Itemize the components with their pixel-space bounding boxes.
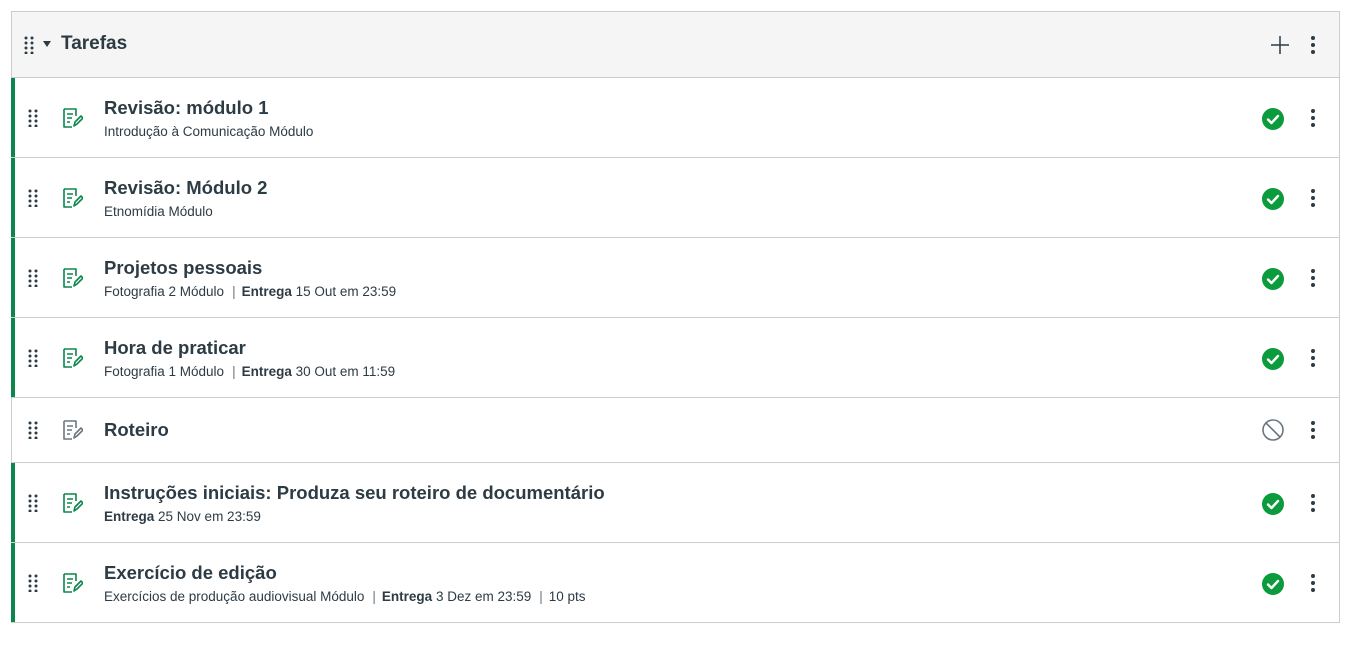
kebab-icon[interactable] (1310, 269, 1316, 287)
published-check-icon[interactable] (1261, 267, 1285, 291)
published-check-icon[interactable] (1261, 187, 1285, 211)
separator: | (372, 589, 376, 604)
kebab-icon[interactable] (1310, 36, 1316, 54)
assignment-icon (61, 267, 84, 289)
drag-handle-icon[interactable] (28, 494, 38, 512)
assignment-icon (61, 187, 84, 209)
published-check-icon[interactable] (1261, 492, 1285, 516)
assignment-title[interactable]: Projetos pessoais (104, 257, 262, 279)
assignment-group-title: Tarefas (61, 33, 128, 54)
assignment-meta: Fotografia 1 Módulo | Entrega 30 Out em 11… (104, 364, 395, 379)
due-label: Entrega (241, 364, 292, 379)
drag-handle-icon[interactable] (28, 109, 38, 127)
assignment-module: Fotografia 1 Módulo (104, 364, 225, 379)
due-date: 15 Out em 23:59 (295, 284, 397, 299)
assignment-meta: Fotografia 2 Módulo | Entrega 15 Out em 23… (104, 284, 396, 299)
assignment-title[interactable]: Revisão: módulo 1 (104, 97, 268, 119)
due-label: Entrega (381, 589, 433, 604)
points: 10 pts (548, 589, 586, 604)
kebab-icon[interactable] (1310, 494, 1316, 512)
assignment-icon (61, 492, 84, 514)
assignment-meta: Introdução à Comunicação Módulo (104, 124, 313, 139)
kebab-icon[interactable] (1310, 421, 1316, 439)
published-check-icon[interactable] (1261, 572, 1285, 596)
assignment-row[interactable]: Exercício de edição Exercícios de produçã… (11, 543, 1339, 622)
kebab-icon[interactable] (1310, 109, 1316, 127)
due-label: Entrega (241, 284, 292, 299)
published-check-icon[interactable] (1261, 347, 1285, 371)
assignment-group: Tarefas Revisão: módulo 1 Introdução à Co… (11, 11, 1340, 623)
due-date: 30 Out em 11:59 (295, 364, 396, 379)
plus-icon[interactable] (1269, 34, 1291, 56)
assignment-icon (61, 572, 84, 594)
assignment-module: Introdução à Comunicação Módulo (104, 124, 314, 139)
assignment-module: Exercícios de produção audiovisual Módul… (104, 589, 365, 604)
kebab-icon[interactable] (1310, 574, 1316, 592)
drag-handle-icon[interactable] (24, 36, 34, 54)
assignment-row[interactable]: Roteiro (12, 398, 1339, 463)
assignment-meta: Exercícios de produção audiovisual Módul… (104, 589, 586, 604)
assignment-title[interactable]: Roteiro (104, 419, 169, 441)
assignment-icon (61, 347, 84, 369)
separator: | (539, 589, 543, 604)
separator: | (232, 284, 236, 299)
drag-handle-icon[interactable] (28, 421, 38, 439)
assignment-row[interactable]: Hora de praticar Fotografia 1 Módulo | Entr… (11, 318, 1339, 398)
kebab-icon[interactable] (1310, 349, 1316, 367)
assignment-title[interactable]: Exercício de edição (104, 562, 277, 584)
assignment-title[interactable]: Revisão: Módulo 2 (104, 177, 267, 199)
drag-handle-icon[interactable] (28, 349, 38, 367)
assignment-module: Etnomídia Módulo (104, 204, 213, 219)
assignment-title[interactable]: Hora de praticar (104, 337, 246, 359)
assignment-row[interactable]: Projetos pessoais Fotografia 2 Módulo | Ent… (11, 238, 1339, 318)
unpublished-icon[interactable] (1261, 418, 1285, 442)
separator: | (232, 364, 236, 379)
drag-handle-icon[interactable] (28, 269, 38, 287)
assignment-title[interactable]: Instruções iniciais: Produza seu roteiro… (104, 482, 605, 504)
published-check-icon[interactable] (1261, 107, 1285, 131)
assignment-icon (61, 419, 84, 441)
due-label: Entrega (104, 509, 155, 524)
assignment-row[interactable]: Revisão: módulo 1 Introdução à Comunicaçã… (11, 78, 1339, 158)
drag-handle-icon[interactable] (28, 189, 38, 207)
kebab-icon[interactable] (1310, 189, 1316, 207)
due-date: 25 Nov em 23:59 (158, 509, 261, 524)
assignment-icon (61, 107, 84, 129)
assignment-row[interactable]: Instruções iniciais: Produza seu roteiro… (11, 463, 1339, 543)
drag-handle-icon[interactable] (28, 574, 38, 592)
assignment-module: Fotografia 2 Módulo (104, 284, 225, 299)
due-date: 3 Dez em 23:59 (435, 589, 532, 604)
assignment-meta: Entrega 25 Nov em 23:59 (104, 509, 261, 524)
assignment-row[interactable]: Revisão: Módulo 2 Etnomídia Módulo (11, 158, 1339, 238)
assignment-meta: Etnomídia Módulo (104, 204, 213, 219)
assignment-list: Revisão: módulo 1 Introdução à Comunicaçã… (11, 78, 1339, 622)
collapse-caret-icon[interactable] (43, 41, 51, 47)
assignment-group-header[interactable]: Tarefas (12, 12, 1339, 78)
